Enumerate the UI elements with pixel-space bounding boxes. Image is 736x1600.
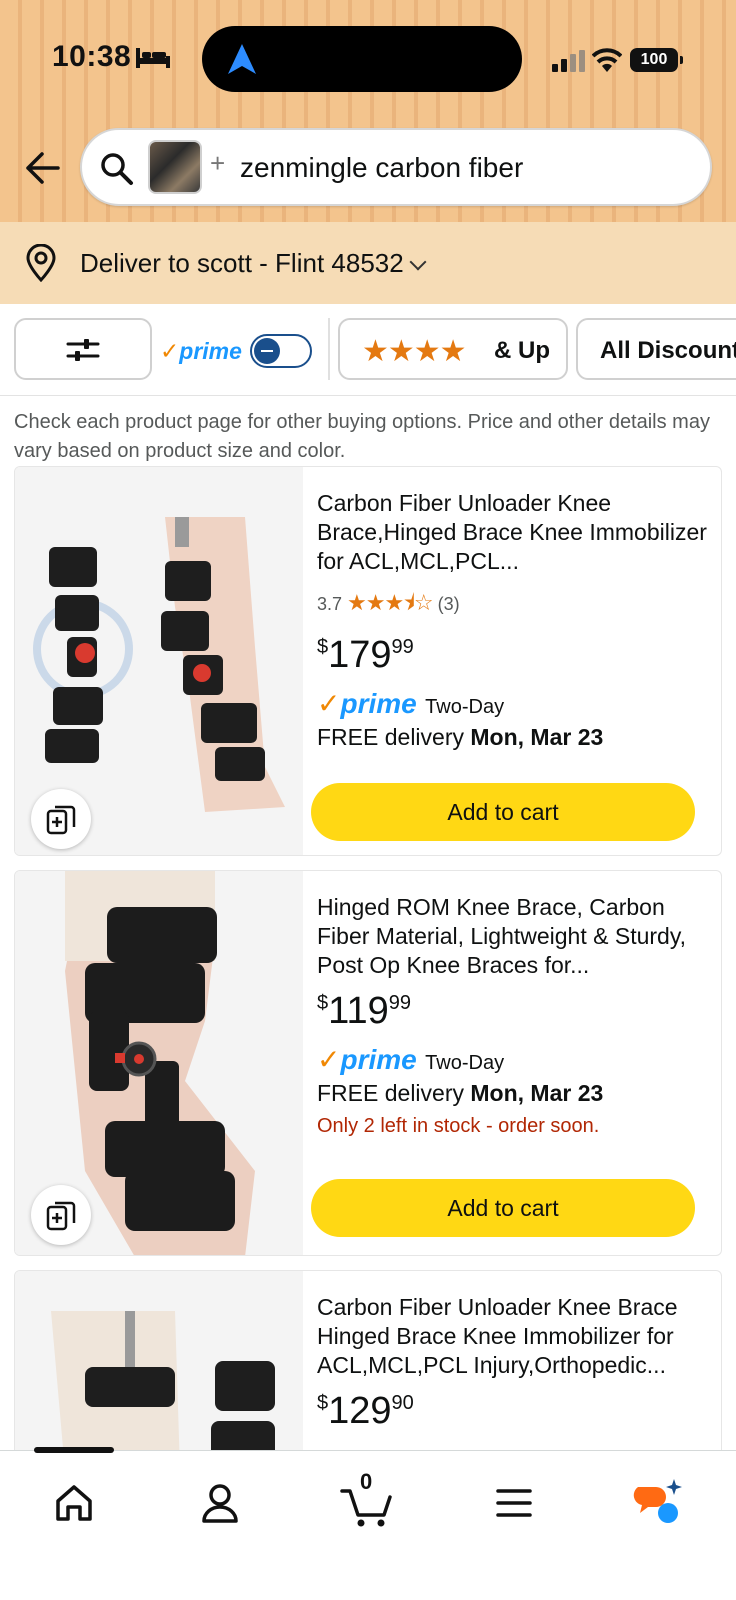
nav-home[interactable] bbox=[44, 1473, 104, 1533]
prime-logo: ✓prime bbox=[317, 1044, 417, 1075]
sliders-icon bbox=[66, 339, 100, 361]
wifi-icon bbox=[592, 48, 622, 72]
account-icon bbox=[202, 1484, 238, 1523]
product-card[interactable]: Carbon Fiber Unloader Knee Brace Hinged … bbox=[14, 1270, 722, 1470]
product-image[interactable] bbox=[15, 1271, 303, 1469]
add-to-cart-button[interactable]: Add to cart bbox=[311, 1179, 695, 1237]
delivery-date: Mon, Mar 23 bbox=[470, 1080, 604, 1106]
compare-icon bbox=[46, 1201, 76, 1231]
chevron-down-icon bbox=[409, 253, 427, 271]
rating-value: 3.7 bbox=[317, 594, 343, 614]
price-fraction: 99 bbox=[391, 636, 414, 658]
bottom-navigation: 0 bbox=[0, 1447, 736, 1600]
image-search-thumbnail[interactable] bbox=[148, 140, 202, 194]
filter-divider bbox=[328, 318, 330, 380]
product-card[interactable]: Hinged ROM Knee Brace, Carbon Fiber Mate… bbox=[14, 870, 722, 1256]
add-image-plus[interactable]: + bbox=[210, 148, 225, 179]
price-whole: 119 bbox=[328, 990, 389, 1032]
search-icon[interactable] bbox=[100, 152, 134, 186]
app-header: 10:38 100 + zenmingle carbon fiber bbox=[0, 0, 736, 222]
compare-icon bbox=[46, 805, 76, 835]
all-discounts-label: All Discounts bbox=[600, 337, 736, 364]
delivery-prefix: FREE delivery bbox=[317, 1080, 464, 1106]
price-fraction: 90 bbox=[391, 1392, 414, 1414]
prime-shipping: ✓prime Two-Day bbox=[317, 687, 707, 720]
shipping-speed: Two-Day bbox=[425, 1052, 505, 1074]
low-stock-warning: Only 2 left in stock - order soon. bbox=[317, 1115, 600, 1137]
price-symbol: $ bbox=[317, 992, 329, 1014]
delivery-info: FREE delivery Mon, Mar 23 bbox=[317, 724, 707, 751]
product-price: $11999 bbox=[317, 990, 707, 1033]
filter-bar: ✓prime ★★★★ & Up All Discounts bbox=[0, 304, 736, 396]
delivery-date: Mon, Mar 23 bbox=[470, 724, 604, 750]
navigation-arrow-icon bbox=[228, 44, 256, 74]
price-whole: 179 bbox=[328, 634, 392, 676]
add-to-cart-button[interactable]: Add to cart bbox=[311, 783, 695, 841]
delivery-info: FREE delivery Mon, Mar 23 bbox=[317, 1080, 707, 1107]
filter-button[interactable] bbox=[14, 318, 152, 380]
product-details: Hinged ROM Knee Brace, Carbon Fiber Mate… bbox=[317, 871, 707, 1138]
prime-logo: ✓prime bbox=[160, 338, 242, 364]
buying-options-notice: Check each product page for other buying… bbox=[14, 411, 710, 462]
nav-cart[interactable]: 0 bbox=[338, 1469, 398, 1533]
cart-count: 0 bbox=[360, 1469, 373, 1494]
menu-icon bbox=[496, 1489, 532, 1517]
all-discounts-filter[interactable]: All Discounts bbox=[576, 318, 736, 380]
nav-account[interactable] bbox=[190, 1473, 250, 1533]
product-title[interactable]: Carbon Fiber Unloader Knee Brace,Hinged … bbox=[317, 489, 707, 576]
price-fraction: 99 bbox=[388, 992, 411, 1014]
home-icon bbox=[56, 1485, 92, 1521]
dynamic-island bbox=[202, 26, 522, 92]
location-pin-icon bbox=[26, 244, 56, 282]
price-symbol: $ bbox=[317, 1392, 329, 1414]
delivery-prefix: FREE delivery bbox=[317, 724, 464, 750]
status-time: 10:38 bbox=[52, 40, 132, 73]
signal-icon bbox=[552, 50, 585, 72]
prime-shipping: ✓prime Two-Day bbox=[317, 1043, 707, 1076]
rating-stars: ★★★⯨☆ bbox=[347, 590, 434, 615]
compare-button[interactable] bbox=[31, 789, 91, 849]
product-details: Carbon Fiber Unloader Knee Brace,Hinged … bbox=[317, 467, 707, 751]
deliver-to-bar[interactable]: Deliver to scott - Flint 48532 bbox=[0, 222, 736, 304]
prime-toggle-switch[interactable] bbox=[250, 334, 312, 368]
price-symbol: $ bbox=[317, 636, 329, 658]
nav-rufus[interactable] bbox=[630, 1473, 690, 1533]
back-arrow-icon[interactable] bbox=[22, 148, 62, 188]
rufus-ai-icon bbox=[633, 1479, 682, 1523]
product-rating[interactable]: 3.7 ★★★⯨☆ (3) bbox=[317, 586, 707, 624]
star-rating-icons: ★★★★ bbox=[362, 335, 467, 368]
compare-button[interactable] bbox=[31, 1185, 91, 1245]
four-stars-filter[interactable]: ★★★★ & Up bbox=[338, 318, 568, 380]
product-price: $12990 bbox=[317, 1390, 707, 1433]
active-tab-indicator bbox=[34, 1447, 114, 1453]
search-bar[interactable]: + zenmingle carbon fiber bbox=[80, 128, 712, 206]
deliver-to-text: Deliver to scott - Flint 48532 bbox=[80, 248, 404, 278]
shipping-speed: Two-Day bbox=[425, 696, 505, 718]
nav-menu[interactable] bbox=[484, 1473, 544, 1533]
product-title[interactable]: Hinged ROM Knee Brace, Carbon Fiber Mate… bbox=[317, 893, 707, 980]
product-title[interactable]: Carbon Fiber Unloader Knee Brace Hinged … bbox=[317, 1293, 707, 1380]
product-price: $17999 bbox=[317, 634, 707, 677]
bed-icon bbox=[136, 48, 170, 68]
product-details: Carbon Fiber Unloader Knee Brace Hinged … bbox=[317, 1271, 707, 1433]
prime-logo: ✓prime bbox=[317, 688, 417, 719]
review-count: (3) bbox=[437, 594, 460, 614]
toggle-knob bbox=[254, 338, 280, 364]
product-card[interactable]: Carbon Fiber Unloader Knee Brace,Hinged … bbox=[14, 466, 722, 856]
price-whole: 129 bbox=[328, 1390, 392, 1432]
deliver-to-label[interactable]: Deliver to scott - Flint 48532 bbox=[80, 248, 427, 279]
and-up-label: & Up bbox=[494, 337, 550, 364]
prime-filter-toggle[interactable]: ✓prime bbox=[160, 334, 312, 374]
search-input[interactable]: zenmingle carbon fiber bbox=[240, 152, 523, 184]
battery-icon: 100 bbox=[630, 48, 683, 72]
knee-brace-image bbox=[15, 1271, 303, 1469]
